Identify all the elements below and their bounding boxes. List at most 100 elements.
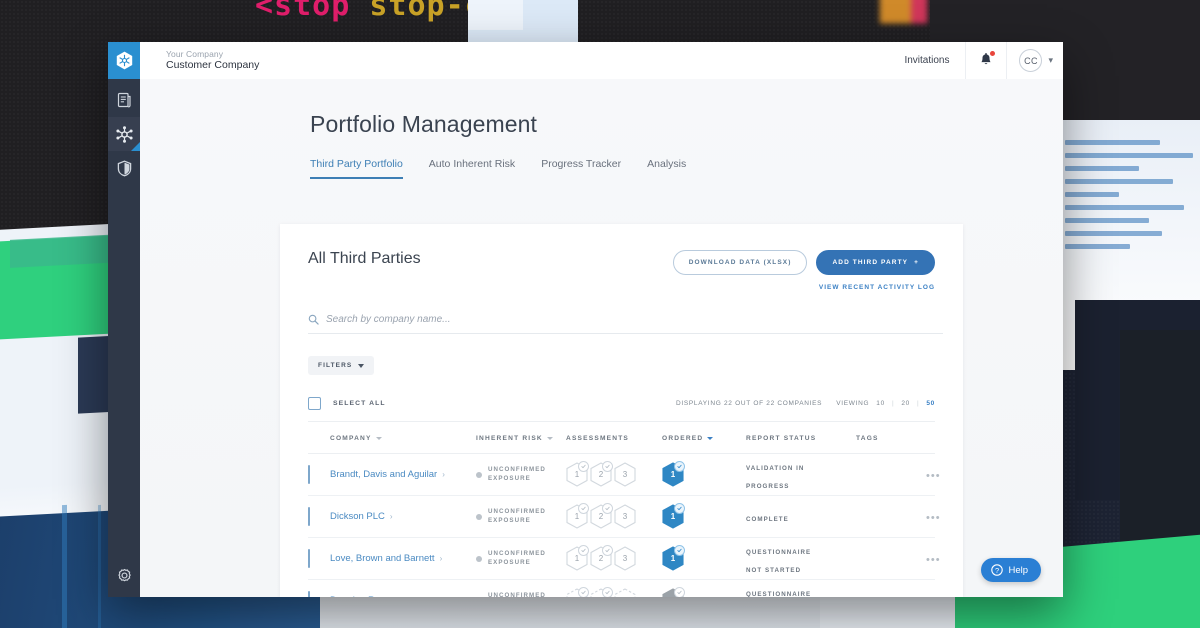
table-row[interactable]: Dickson PLC › UNCONFIRMED EXPOSURE 1 2 3 1 COMPL… bbox=[308, 496, 940, 538]
network-hub-icon bbox=[115, 125, 133, 143]
check-badge-icon bbox=[578, 545, 589, 556]
tab-progress-tracker[interactable]: Progress Tracker bbox=[541, 158, 621, 179]
cell-inherent-risk: UNCONFIRMEDEXPOSURE bbox=[476, 466, 566, 484]
hexagon-number: 3 bbox=[622, 554, 628, 563]
tab-third-party-portfolio[interactable]: Third Party Portfolio bbox=[310, 158, 403, 179]
cell-assessments: 123 bbox=[566, 545, 662, 571]
row-checkbox[interactable] bbox=[308, 590, 310, 597]
assessment-badge[interactable]: 3 bbox=[614, 588, 636, 597]
help-button[interactable]: ? Help bbox=[981, 558, 1041, 582]
column-header-assessments[interactable]: ASSESSMENTS bbox=[566, 435, 662, 442]
filters-area: FILTERS bbox=[308, 354, 935, 375]
cell-row-menu: ••• bbox=[926, 466, 947, 484]
view-activity-log-link[interactable]: VIEW RECENT ACTIVITY LOG bbox=[673, 284, 935, 291]
assessment-badge[interactable]: 1 bbox=[566, 503, 589, 529]
row-menu-button[interactable]: ••• bbox=[926, 512, 947, 524]
ordered-badge[interactable]: 1 bbox=[662, 587, 685, 597]
company-label: Your Company bbox=[166, 48, 224, 59]
risk-status-dot bbox=[476, 471, 482, 478]
page-size-20[interactable]: 20 bbox=[901, 400, 910, 407]
select-all-checkbox[interactable] bbox=[308, 397, 321, 410]
cell-inherent-risk: UNCONFIRMEDEXPOSURE bbox=[476, 550, 566, 568]
assessment-badge[interactable]: 1 bbox=[566, 587, 589, 597]
table-row[interactable]: Douglas-Reyes›UNCONFIRMEDEXPOSURE1231QUE… bbox=[308, 580, 940, 598]
assessment-badge[interactable]: 1 bbox=[566, 545, 589, 571]
topbar-right: Invitations CC ▾ bbox=[888, 42, 1063, 79]
search-input[interactable]: Search by company name... bbox=[326, 314, 451, 325]
app-logo[interactable] bbox=[108, 42, 140, 79]
hexagon-logo-icon bbox=[116, 51, 132, 70]
page-size-50[interactable]: 50 bbox=[926, 400, 935, 407]
page-content: Portfolio Management Third Party Portfol… bbox=[140, 79, 1063, 597]
cell-row-menu: ••• bbox=[926, 508, 947, 526]
column-header-inherent-risk[interactable]: INHERENT RISK bbox=[476, 435, 566, 442]
table-row[interactable]: Love, Brown and Barnett › UNCONFIRMED EXPOS… bbox=[308, 538, 940, 580]
check-badge-icon bbox=[602, 587, 613, 597]
table-row[interactable]: Brandt, Davis and Aguilar › UNCONFIRMED EXP… bbox=[308, 454, 940, 496]
cell-inherent-risk: UNCONFIRMEDEXPOSURE bbox=[476, 508, 566, 526]
filters-button[interactable]: FILTERS bbox=[308, 356, 375, 375]
notifications-button[interactable] bbox=[965, 42, 1008, 79]
inherent-risk-badge: UNCONFIRMEDEXPOSURE bbox=[476, 550, 566, 568]
ordered-badge[interactable]: 1 bbox=[662, 503, 685, 529]
invitations-link[interactable]: Invitations bbox=[888, 55, 965, 66]
check-badge-icon bbox=[578, 587, 589, 597]
company-link[interactable]: Dickson PLC › bbox=[330, 511, 476, 522]
company-link[interactable]: Douglas-Reyes › bbox=[330, 595, 476, 597]
row-checkbox-cell bbox=[308, 590, 330, 597]
page-size-selector: VIEWING 10 | 20 | 50 bbox=[836, 400, 935, 407]
assessment-badge[interactable]: 2 bbox=[590, 587, 613, 597]
download-data-button[interactable]: DOWNLOAD DATA (XLSX) bbox=[672, 250, 808, 275]
user-menu[interactable]: CC ▾ bbox=[1007, 49, 1063, 72]
ordered-badges: 1 bbox=[662, 503, 746, 529]
assessment-badge[interactable]: 3 bbox=[614, 546, 636, 571]
inherent-risk-badge: UNCONFIRMEDEXPOSURE bbox=[476, 592, 566, 597]
column-header-report-status[interactable]: REPORT STATUS bbox=[746, 435, 856, 442]
row-checkbox[interactable] bbox=[308, 506, 310, 526]
company-name-text: Douglas-Reyes bbox=[330, 595, 395, 597]
inherent-risk-label: UNCONFIRMEDEXPOSURE bbox=[488, 549, 546, 566]
cell-row-menu: ••• bbox=[926, 550, 947, 568]
bg-light-blue-panel-2 bbox=[468, 0, 523, 30]
assessment-badge[interactable]: 2 bbox=[590, 461, 613, 487]
company-link[interactable]: Brandt, Davis and Aguilar › bbox=[330, 469, 476, 480]
sort-caret-icon bbox=[375, 437, 382, 440]
inherent-risk-label: UNCONFIRMEDEXPOSURE bbox=[488, 465, 546, 482]
report-status-label: COMPLETE bbox=[746, 515, 789, 523]
table-body: Brandt, Davis and Aguilar › UNCONFIRMED EXP… bbox=[308, 454, 940, 598]
cell-report-status: QUESTIONNAIRENOT STARTED bbox=[746, 583, 856, 598]
row-checkbox[interactable] bbox=[308, 464, 310, 484]
bg-blue-stripe-2 bbox=[98, 504, 101, 628]
page-size-10[interactable]: 10 bbox=[876, 400, 885, 407]
check-badge-icon bbox=[674, 503, 685, 514]
cell-company: Brandt, Davis and Aguilar › bbox=[330, 469, 476, 480]
row-menu-button[interactable]: ••• bbox=[926, 470, 947, 482]
sidebar-item-portfolio[interactable] bbox=[108, 117, 140, 151]
assessment-badge[interactable]: 2 bbox=[590, 545, 613, 571]
sort-caret-icon bbox=[546, 437, 553, 440]
assessment-badge[interactable]: 2 bbox=[590, 503, 613, 529]
assessment-badge[interactable]: 3 bbox=[614, 504, 636, 529]
search-bar[interactable]: Search by company name... bbox=[308, 314, 943, 334]
row-checkbox[interactable] bbox=[308, 548, 310, 568]
sidebar-item-reports[interactable] bbox=[108, 83, 140, 117]
shield-icon bbox=[117, 160, 131, 176]
tab-auto-inherent-risk[interactable]: Auto Inherent Risk bbox=[429, 158, 515, 179]
row-menu-button[interactable]: ••• bbox=[926, 554, 947, 566]
tab-analysis[interactable]: Analysis bbox=[647, 158, 686, 179]
add-third-party-button[interactable]: ADD THIRD PARTY + bbox=[816, 250, 935, 275]
cell-ordered: 1 bbox=[662, 461, 746, 487]
column-header-ordered[interactable]: ORDERED bbox=[662, 435, 746, 442]
sidebar-item-risk[interactable] bbox=[108, 151, 140, 185]
ordered-badge[interactable]: 1 bbox=[662, 461, 685, 487]
assessment-badge[interactable]: 1 bbox=[566, 461, 589, 487]
assessment-badge[interactable]: 3 bbox=[614, 462, 636, 487]
ordered-badge[interactable]: 1 bbox=[662, 545, 685, 571]
row-menu-button[interactable]: ••• bbox=[926, 596, 947, 598]
column-header-company[interactable]: COMPANY bbox=[330, 435, 476, 442]
cell-assessments: 123 bbox=[566, 587, 662, 597]
column-header-tags[interactable]: TAGS bbox=[856, 435, 926, 442]
sidebar-item-settings[interactable] bbox=[108, 568, 140, 583]
company-link[interactable]: Love, Brown and Barnett › bbox=[330, 553, 476, 564]
check-badge-icon bbox=[578, 461, 589, 472]
